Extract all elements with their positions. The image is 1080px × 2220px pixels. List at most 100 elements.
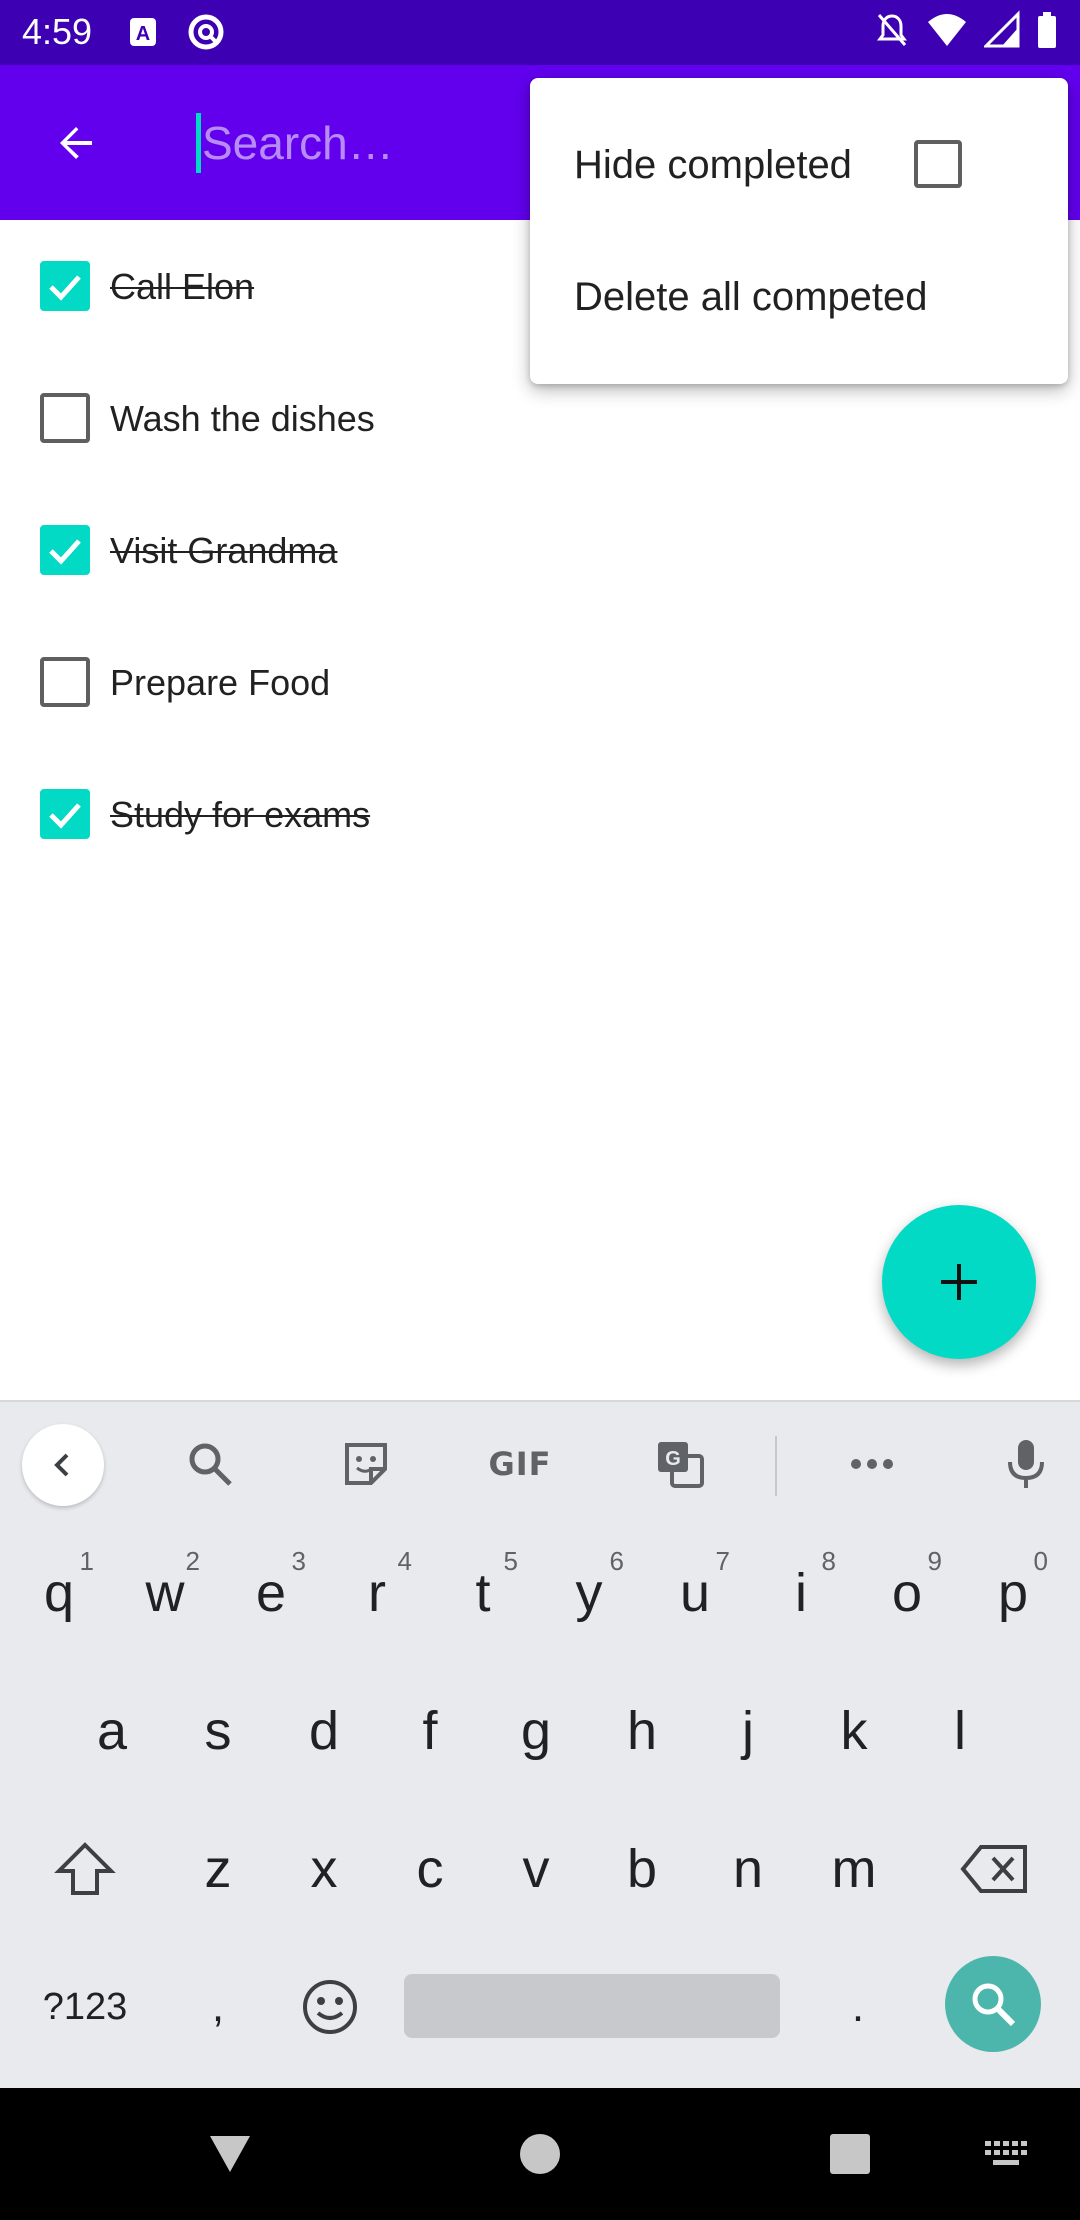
- task-label[interactable]: Visit Grandma: [110, 528, 337, 574]
- task-label[interactable]: Call Elon: [110, 264, 254, 310]
- key-u[interactable]: u7: [652, 1524, 738, 1662]
- keyboard-switch-button[interactable]: [980, 2124, 1032, 2184]
- symbols-key[interactable]: ?123: [20, 1938, 150, 2076]
- search-icon: [972, 1983, 1016, 2027]
- microphone-icon: [1008, 1440, 1044, 1488]
- nav-home-button[interactable]: [510, 2124, 570, 2184]
- key-v[interactable]: v: [493, 1800, 579, 1938]
- key-row-1: q1 w2 e3 r4 t5 y6 u7 i8 o9 p0: [0, 1524, 1080, 1662]
- check-icon: [49, 275, 81, 301]
- task-checkbox[interactable]: [40, 789, 90, 839]
- nav-back-button[interactable]: [200, 2124, 260, 2184]
- check-icon: [49, 803, 81, 829]
- key-j[interactable]: j: [705, 1662, 791, 1800]
- svg-text:A: A: [136, 23, 150, 45]
- home-circle-icon: [520, 2134, 560, 2174]
- keyboard-action-search-button[interactable]: [945, 1956, 1041, 2052]
- task-label[interactable]: Study for exams: [110, 792, 370, 838]
- overflow-menu: Hide completed Delete all competed: [530, 78, 1068, 384]
- task-item: Prepare Food: [0, 616, 1080, 748]
- menu-item-label: Delete all competed: [574, 275, 928, 319]
- emoji-icon: [303, 1980, 357, 2034]
- menu-item-delete-all-completed[interactable]: Delete all competed: [530, 210, 1068, 342]
- keyboard-toolbar: GIF G: [0, 1402, 1080, 1524]
- shift-icon: [54, 1842, 116, 1895]
- keyboard-search-button[interactable]: [178, 1432, 242, 1496]
- sticker-button[interactable]: [334, 1432, 398, 1496]
- key-g[interactable]: g: [493, 1662, 579, 1800]
- battery-icon: [1036, 10, 1058, 55]
- period-key[interactable]: .: [818, 1938, 898, 2076]
- gif-label: GIF: [488, 1445, 552, 1483]
- key-c[interactable]: c: [387, 1800, 473, 1938]
- svg-text:G: G: [665, 1448, 681, 1470]
- voice-input-button[interactable]: [996, 1432, 1056, 1496]
- gif-button[interactable]: GIF: [480, 1432, 560, 1496]
- key-y[interactable]: y6: [546, 1524, 632, 1662]
- task-item: Visit Grandma: [0, 484, 1080, 616]
- key-k[interactable]: k: [811, 1662, 897, 1800]
- key-l[interactable]: l: [917, 1662, 1003, 1800]
- arrow-back-icon: [60, 127, 92, 159]
- key-q[interactable]: q1: [16, 1524, 102, 1662]
- translate-button[interactable]: G: [648, 1432, 712, 1496]
- task-checkbox[interactable]: [40, 393, 90, 443]
- shift-key[interactable]: [30, 1800, 140, 1938]
- keyboard-switch-icon: [985, 2141, 1027, 2165]
- notifications-off-icon: [874, 10, 910, 55]
- key-a[interactable]: a: [69, 1662, 155, 1800]
- key-z[interactable]: z: [175, 1800, 261, 1938]
- comma-key[interactable]: ,: [178, 1938, 258, 2076]
- key-row-3: z x c v b n m: [0, 1800, 1080, 1938]
- key-w[interactable]: w2: [122, 1524, 208, 1662]
- key-row-4: ?123 , .: [0, 1938, 1080, 2076]
- app-a-icon: A: [128, 12, 158, 52]
- backspace-key[interactable]: [940, 1800, 1050, 1938]
- key-b[interactable]: b: [599, 1800, 685, 1938]
- key-x[interactable]: x: [281, 1800, 367, 1938]
- key-f[interactable]: f: [387, 1662, 473, 1800]
- backspace-icon: [960, 1845, 1027, 1893]
- back-triangle-icon: [210, 2136, 250, 2172]
- key-m[interactable]: m: [811, 1800, 897, 1938]
- menu-item-label: Hide completed: [574, 143, 852, 187]
- hide-completed-checkbox[interactable]: [914, 140, 962, 188]
- keyboard-keys: q1 w2 e3 r4 t5 y6 u7 i8 o9 p0 a s d f g …: [0, 1524, 1080, 2090]
- key-e[interactable]: e3: [228, 1524, 314, 1662]
- key-d[interactable]: d: [281, 1662, 367, 1800]
- status-time: 4:59: [22, 11, 93, 52]
- key-t[interactable]: t5: [440, 1524, 526, 1662]
- key-h[interactable]: h: [599, 1662, 685, 1800]
- task-checkbox[interactable]: [40, 657, 90, 707]
- search-icon: [189, 1443, 232, 1486]
- signal-icon: [982, 9, 1020, 55]
- navigation-bar: [0, 2088, 1080, 2220]
- sticker-icon: [345, 1443, 387, 1485]
- task-label[interactable]: Prepare Food: [110, 660, 330, 706]
- keyboard-collapse-button[interactable]: [22, 1424, 104, 1506]
- back-button[interactable]: [38, 105, 114, 181]
- key-o[interactable]: o9: [864, 1524, 950, 1662]
- key-p[interactable]: p0: [970, 1524, 1056, 1662]
- task-checkbox[interactable]: [40, 261, 90, 311]
- emoji-key[interactable]: [280, 1938, 380, 2076]
- key-n[interactable]: n: [705, 1800, 791, 1938]
- key-i[interactable]: i8: [758, 1524, 844, 1662]
- task-label[interactable]: Wash the dishes: [110, 396, 375, 442]
- chevron-left-icon: [54, 1453, 69, 1477]
- toolbar-divider: [775, 1436, 777, 1496]
- recents-square-icon: [830, 2134, 870, 2174]
- key-row-2: a s d f g h j k l: [0, 1662, 1080, 1800]
- menu-item-hide-completed[interactable]: Hide completed: [530, 78, 1068, 210]
- space-key[interactable]: [404, 1974, 780, 2038]
- more-button[interactable]: [840, 1432, 904, 1496]
- task-checkbox[interactable]: [40, 525, 90, 575]
- app-circle-icon: [186, 12, 226, 52]
- status-bar: 4:59 A: [0, 0, 1080, 65]
- add-task-button[interactable]: [882, 1205, 1036, 1359]
- plus-icon: [941, 1264, 977, 1300]
- nav-recents-button[interactable]: [820, 2124, 880, 2184]
- key-r[interactable]: r4: [334, 1524, 420, 1662]
- key-s[interactable]: s: [175, 1662, 261, 1800]
- task-item: Study for exams: [0, 748, 1080, 880]
